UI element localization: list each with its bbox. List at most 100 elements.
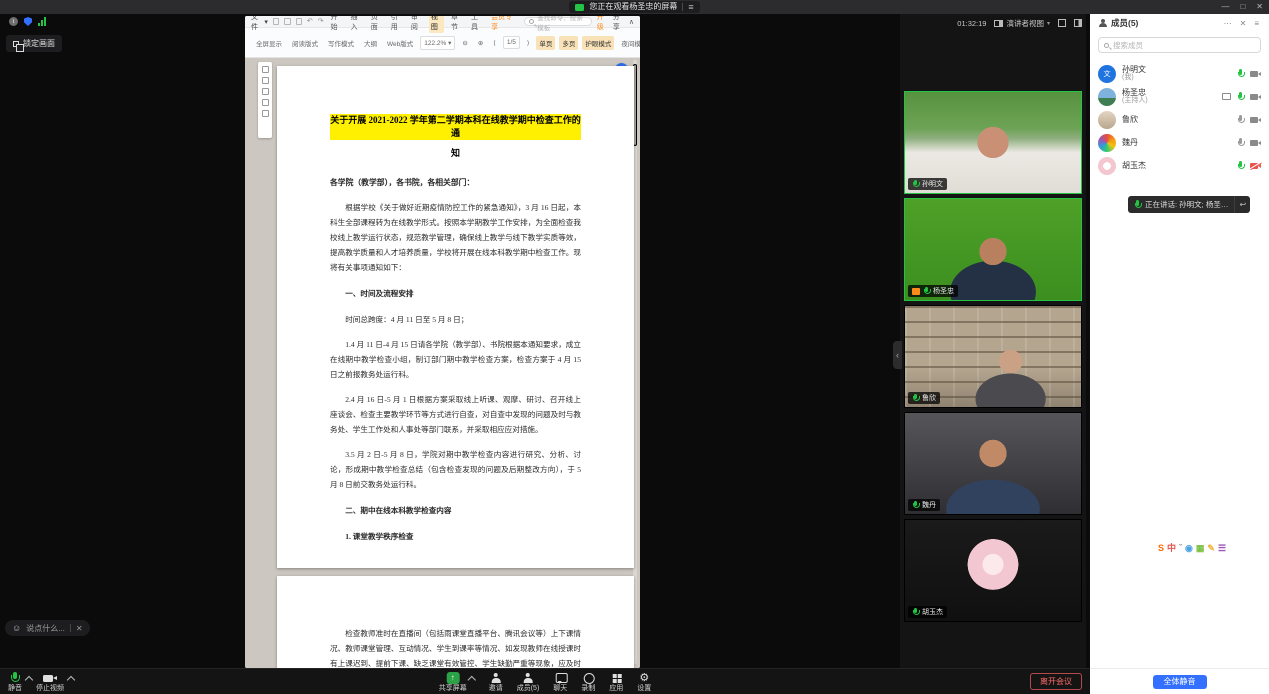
member-camera-icon[interactable] bbox=[1250, 93, 1261, 100]
shared-screen-view[interactable]: 文件▾ ↶ ↷ 开始 插入 页面 引用 审阅 视图 bbox=[0, 14, 900, 668]
member-row[interactable]: 胡玉杰 bbox=[1098, 154, 1261, 177]
wps-tool-icon bbox=[262, 110, 269, 117]
document-block: 时间总跨度：4 月 11 日至 5 月 8 日； bbox=[330, 312, 581, 327]
camera-options-caret[interactable] bbox=[68, 675, 74, 681]
member-role: (主持人) bbox=[1122, 97, 1148, 105]
video-thumbnail[interactable]: 胡玉杰 bbox=[904, 519, 1082, 622]
member-mic-icon[interactable] bbox=[1237, 115, 1244, 124]
wps-ribbon: 全屏显示 阅读版式 写作模式 大纲 Web版式 122.2% ▾ ⊖ ⊕ ⟨ 1… bbox=[245, 28, 640, 58]
toolbar-item[interactable]: 聊天 bbox=[553, 672, 567, 692]
toolbar-item[interactable]: 录制 bbox=[581, 672, 595, 692]
video-thumbnail[interactable]: 孙明文 bbox=[904, 91, 1082, 194]
quick-chat-close-icon[interactable]: ✕ bbox=[76, 624, 83, 633]
toolbar-left-group: 静音 停止视频 bbox=[8, 672, 74, 692]
pin-view-label: 锁定画面 bbox=[23, 38, 55, 49]
network-signal-icon[interactable] bbox=[38, 17, 46, 26]
member-row[interactable]: 文 孙明文 (我) bbox=[1098, 62, 1261, 85]
emoji-icon[interactable]: ☺ bbox=[12, 624, 21, 633]
collapse-thumbnails-handle[interactable]: ‹ bbox=[893, 341, 902, 369]
toolbar-item-caret[interactable] bbox=[469, 675, 475, 681]
video-thumbnails-column: 孙明文 杨圣忠 鲁欣 bbox=[900, 14, 1086, 668]
quick-chat-bar[interactable]: ☺ 说点什么... ✕ bbox=[5, 620, 90, 636]
mic-icon bbox=[923, 287, 930, 296]
mic-options-caret[interactable] bbox=[26, 675, 32, 681]
video-name-tag: 鲁欣 bbox=[908, 392, 940, 404]
member-name: 杨圣忠 bbox=[1122, 88, 1148, 98]
minimize-button[interactable]: — bbox=[1221, 3, 1229, 11]
wps-save-icon bbox=[284, 18, 290, 25]
meeting-info-icon[interactable]: i bbox=[9, 17, 18, 26]
member-row[interactable]: 魏丹 bbox=[1098, 131, 1261, 154]
toast-reply-button[interactable]: ↩ bbox=[1234, 196, 1250, 213]
member-camera-icon[interactable] bbox=[1250, 139, 1261, 146]
toolbar-item[interactable]: 应用 bbox=[609, 672, 623, 692]
avatar: 文 bbox=[1098, 65, 1116, 83]
maximize-button[interactable]: □ bbox=[1240, 3, 1245, 11]
wps-find-box: 查找命令、搜索模板 bbox=[524, 17, 591, 26]
member-mic-icon[interactable] bbox=[1237, 69, 1244, 78]
member-text: 杨圣忠 (主持人) bbox=[1122, 88, 1148, 106]
close-button[interactable]: ✕ bbox=[1256, 3, 1263, 11]
member-mic-icon[interactable] bbox=[1237, 161, 1244, 170]
member-row[interactable]: 鲁欣 bbox=[1098, 108, 1261, 131]
view-mode-label: 演讲者视图 bbox=[1006, 18, 1044, 29]
wps-redo-icon: ↷ bbox=[318, 18, 324, 25]
member-search-input[interactable] bbox=[1113, 41, 1255, 50]
document-block: 1.4 月 11 日-4 月 15 日请各学院（教学部）、书院根据本通知要求，成… bbox=[330, 337, 581, 382]
toolbar-item[interactable]: 共享屏幕 bbox=[439, 672, 475, 692]
member-mic-icon[interactable] bbox=[1237, 92, 1244, 101]
quick-chat-placeholder[interactable]: 说点什么... bbox=[26, 623, 65, 634]
fullscreen-icon[interactable] bbox=[1058, 19, 1066, 27]
member-row[interactable]: 杨圣忠 (主持人) bbox=[1098, 85, 1261, 108]
view-mode-dropdown[interactable]: 演讲者视图 ▾ bbox=[994, 18, 1050, 29]
ime-icon[interactable]: ◉ bbox=[1185, 544, 1193, 553]
member-list: 文 孙明文 (我) 杨圣忠 (主持人) bbox=[1090, 58, 1269, 177]
ime-icon[interactable]: S bbox=[1158, 544, 1164, 553]
document-block: 3.5 月 2 日-5 月 8 日，学院对期中教学检查内容进行研究、分析、讨论，… bbox=[330, 447, 581, 492]
video-thumbnail[interactable]: 杨圣忠 bbox=[904, 198, 1082, 301]
toolbar-item-label: 聊天 bbox=[553, 685, 567, 692]
panel-menu-icon[interactable]: ≡ bbox=[1252, 19, 1261, 28]
watching-banner[interactable]: 您正在观看杨圣忠的屏幕 ≡ bbox=[569, 1, 699, 13]
mute-button[interactable]: 静音 bbox=[8, 672, 22, 692]
toolbar-item[interactable]: 设置 bbox=[637, 672, 651, 692]
mute-all-button[interactable]: 全体静音 bbox=[1153, 675, 1207, 689]
watching-banner-text: 您正在观看杨圣忠的屏幕 bbox=[589, 3, 677, 11]
banner-menu-icon[interactable]: ≡ bbox=[688, 3, 693, 12]
window-top-bar: 您正在观看杨圣忠的屏幕 ≡ — □ ✕ bbox=[0, 0, 1269, 14]
toolbar-item-label: 共享屏幕 bbox=[439, 685, 467, 692]
video-thumbnail[interactable]: 魏丹 bbox=[904, 412, 1082, 515]
member-text: 魏丹 bbox=[1122, 138, 1138, 148]
ime-icon[interactable]: ▦ bbox=[1196, 544, 1205, 553]
panel-more-icon[interactable]: ⋯ bbox=[1222, 19, 1234, 28]
video-name-tag: 魏丹 bbox=[908, 499, 940, 511]
input-method-toolbar[interactable]: S 中 ˇ ◉ ▦ ✎ ☰ bbox=[1158, 541, 1226, 556]
wps-new-icon bbox=[273, 18, 279, 25]
member-mic-icon[interactable] bbox=[1237, 138, 1244, 147]
window-controls: — □ ✕ bbox=[1221, 0, 1263, 14]
panel-close-icon[interactable]: ✕ bbox=[1238, 19, 1249, 28]
video-thumbnail[interactable]: 鲁欣 bbox=[904, 305, 1082, 408]
member-camera-icon[interactable] bbox=[1250, 162, 1261, 169]
member-text: 鲁欣 bbox=[1122, 115, 1138, 125]
ime-icon[interactable]: 中 bbox=[1167, 544, 1176, 553]
member-camera-icon[interactable] bbox=[1250, 70, 1261, 77]
member-search-box[interactable] bbox=[1098, 37, 1261, 53]
ime-icon[interactable]: ˇ bbox=[1179, 544, 1182, 553]
meeting-security-icon[interactable] bbox=[24, 17, 32, 26]
toolbar-item-icon bbox=[522, 672, 535, 684]
mic-icon bbox=[912, 180, 919, 189]
member-camera-icon[interactable] bbox=[1250, 116, 1261, 123]
mic-icon bbox=[1134, 200, 1141, 209]
participant-name: 魏丹 bbox=[922, 502, 936, 509]
mic-icon bbox=[912, 394, 919, 403]
wps-tool-icon bbox=[262, 88, 269, 95]
ime-icon[interactable]: ☰ bbox=[1218, 544, 1226, 553]
ime-icon[interactable]: ✎ bbox=[1207, 544, 1215, 553]
toolbar-item[interactable]: 成员(5) bbox=[517, 672, 540, 692]
toolbar-item[interactable]: 邀请 bbox=[489, 672, 503, 692]
layout-icon[interactable] bbox=[1074, 19, 1082, 27]
pin-view-button[interactable]: 锁定画面 bbox=[6, 35, 62, 52]
leave-meeting-button[interactable]: 离开会议 bbox=[1030, 673, 1082, 690]
stop-video-button[interactable]: 停止视频 bbox=[36, 672, 64, 692]
